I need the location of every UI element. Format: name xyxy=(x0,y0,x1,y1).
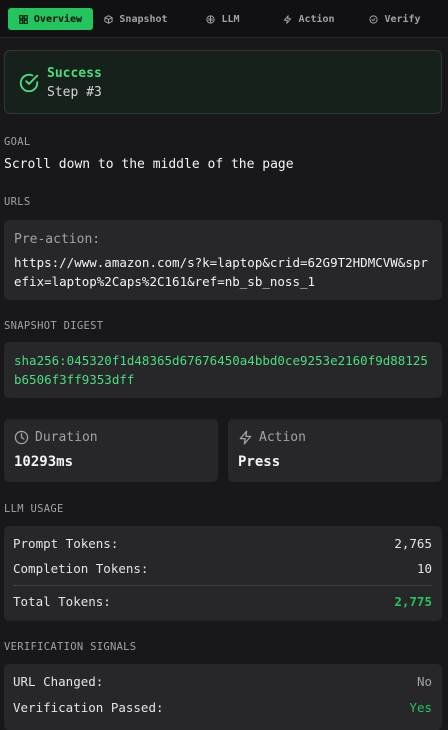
zap-icon xyxy=(284,14,292,24)
tab-verify[interactable]: Verify xyxy=(362,8,428,30)
action-value: Press xyxy=(238,454,281,470)
clock-icon xyxy=(14,430,29,445)
duration-value: 10293ms xyxy=(14,454,74,470)
snapshot-digest-value: sha256:045320f1d48365d67676450a4bbd0ce92… xyxy=(14,353,428,387)
tab-llm[interactable]: LLM xyxy=(196,8,250,30)
snapshot-digest-heading: SNAPSHOT DIGEST xyxy=(4,320,104,332)
tab-overview-label: Overview xyxy=(33,13,83,25)
tab-action[interactable]: Action xyxy=(277,8,341,30)
llm-usage-card: Prompt Tokens: 2,765 Completion Tokens: … xyxy=(4,526,442,621)
tab-snapshot[interactable]: Snapshot xyxy=(100,8,172,30)
goal-text: Scroll down to the middle of the page xyxy=(4,157,294,172)
llm-usage-heading: LLM USAGE xyxy=(4,503,64,515)
verification-card: URL Changed: No Verification Passed: Yes xyxy=(4,664,442,730)
prompt-tokens-value: 2,765 xyxy=(394,536,432,551)
verification-heading: VERIFICATION SIGNALS xyxy=(4,641,137,653)
duration-label: Duration xyxy=(35,430,98,445)
tab-llm-label: LLM xyxy=(221,13,240,25)
zap-icon xyxy=(239,430,252,445)
tab-bar: Overview Snapshot LLM Action Verify xyxy=(0,0,448,38)
url-changed-value: No xyxy=(416,674,432,689)
action-label: Action xyxy=(259,430,306,445)
status-step: Step #3 xyxy=(47,85,102,100)
status-card: Success Step #3 xyxy=(4,50,442,114)
verification-passed-label: Verification Passed: xyxy=(13,700,164,715)
pre-action-url: https://www.amazon.com/s?k=laptop&crid=6… xyxy=(14,255,428,289)
goal-heading: GOAL xyxy=(4,136,31,148)
brain-icon xyxy=(206,14,216,24)
urls-card: Pre-action: https://www.amazon.com/s?k=l… xyxy=(4,220,442,300)
tab-verify-label: Verify xyxy=(384,13,421,25)
grid-icon xyxy=(19,14,28,24)
verification-passed-row: Verification Passed: Yes xyxy=(13,700,432,715)
tab-overview[interactable]: Overview xyxy=(8,8,93,30)
box-icon xyxy=(104,14,114,24)
url-changed-row: URL Changed: No xyxy=(13,674,432,689)
duration-card: Duration 10293ms xyxy=(4,419,218,482)
divider xyxy=(13,585,432,586)
total-tokens-row: Total Tokens: 2,775 xyxy=(13,594,432,609)
check-circle-icon xyxy=(19,73,39,93)
snapshot-digest-card: sha256:045320f1d48365d67676450a4bbd0ce92… xyxy=(4,342,442,398)
tab-snapshot-label: Snapshot xyxy=(119,13,168,25)
status-title: Success xyxy=(47,66,102,81)
url-changed-label: URL Changed: xyxy=(13,674,104,689)
completion-tokens-label: Completion Tokens: xyxy=(13,561,149,576)
check-circle-icon xyxy=(369,14,379,24)
verification-passed-value: Yes xyxy=(409,700,432,715)
total-tokens-value: 2,775 xyxy=(394,594,432,609)
completion-tokens-value: 10 xyxy=(416,561,432,576)
completion-tokens-row: Completion Tokens: 10 xyxy=(13,561,432,576)
tab-action-label: Action xyxy=(298,13,335,25)
action-card: Action Press xyxy=(228,419,442,482)
total-tokens-label: Total Tokens: xyxy=(13,594,111,609)
prompt-tokens-row: Prompt Tokens: 2,765 xyxy=(13,536,432,551)
prompt-tokens-label: Prompt Tokens: xyxy=(13,536,119,551)
urls-heading: URLS xyxy=(4,196,31,208)
pre-action-label: Pre-action: xyxy=(14,232,101,247)
